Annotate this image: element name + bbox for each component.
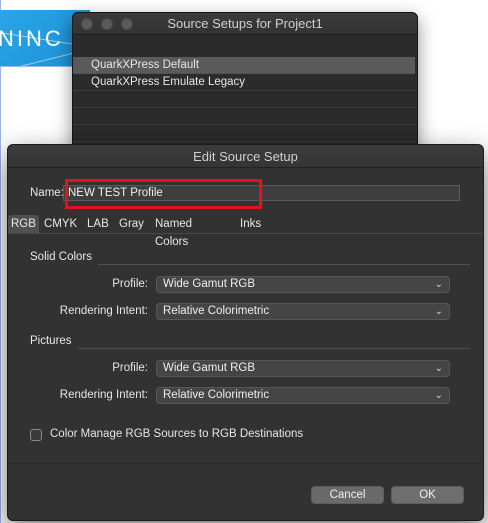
solid-colors-heading: Solid Colors: [30, 251, 92, 263]
tab-divider: [8, 233, 483, 234]
banner-text: NINC: [0, 26, 64, 51]
tab-lab[interactable]: LAB: [84, 215, 112, 233]
edit-source-setup-dialog: Edit Source Setup Name: RGB CMYK LAB Gra…: [7, 144, 484, 521]
rendering-intent-label: Rendering Intent:: [59, 305, 148, 317]
select-value: Relative Colorimetric: [163, 305, 270, 317]
list-item-empty: [73, 125, 415, 142]
document-guide-vertical: [0, 0, 1, 523]
select-value: Wide Gamut RGB: [163, 362, 256, 374]
pictures-profile-select[interactable]: Wide Gamut RGB ⌄: [156, 360, 450, 377]
cancel-button[interactable]: Cancel: [311, 486, 384, 504]
color-manage-label[interactable]: Color Manage RGB Sources to RGB Destinat…: [50, 428, 303, 440]
source-setups-title: Source Setups for Project1: [167, 16, 323, 31]
color-manage-checkbox[interactable]: [30, 429, 42, 441]
chevron-down-icon: ⌄: [434, 279, 443, 290]
source-setups-titlebar[interactable]: Source Setups for Project1: [73, 13, 417, 35]
solid-profile-select[interactable]: Wide Gamut RGB ⌄: [156, 276, 450, 293]
section-divider: [78, 348, 470, 349]
section-divider: [98, 264, 470, 265]
rendering-intent-label: Rendering Intent:: [59, 389, 148, 401]
chevron-down-icon: ⌄: [434, 306, 443, 317]
list-item[interactable]: QuarkXPress Default: [73, 57, 415, 74]
select-value: Wide Gamut RGB: [163, 278, 256, 290]
solid-rendering-intent-select[interactable]: Relative Colorimetric ⌄: [156, 303, 450, 320]
annotation-highlight-box: [65, 179, 262, 209]
select-value: Relative Colorimetric: [163, 389, 270, 401]
pictures-rendering-intent-select[interactable]: Relative Colorimetric ⌄: [156, 387, 450, 404]
list-item-empty: [73, 91, 415, 108]
ok-button[interactable]: OK: [391, 486, 464, 504]
tab-gray[interactable]: Gray: [116, 215, 147, 233]
source-setups-list: QuarkXPress Default QuarkXPress Emulate …: [73, 57, 415, 142]
source-setups-window: Source Setups for Project1 QuarkXPress D…: [72, 12, 418, 154]
name-label: Name:: [30, 187, 64, 199]
chevron-down-icon: ⌄: [434, 390, 443, 401]
tab-cmyk[interactable]: CMYK: [41, 215, 80, 233]
list-item-empty: [73, 108, 415, 125]
profile-label: Profile:: [112, 362, 148, 374]
profile-label: Profile:: [112, 278, 148, 290]
list-item[interactable]: QuarkXPress Emulate Legacy: [73, 74, 415, 91]
tab-rgb[interactable]: RGB: [8, 215, 39, 233]
chevron-down-icon: ⌄: [434, 363, 443, 374]
dialog-title: Edit Source Setup: [193, 149, 298, 164]
footer-divider: [8, 463, 483, 464]
document-guide-horizontal: [0, 66, 74, 67]
tab-named-colors[interactable]: Named Colors: [152, 215, 195, 248]
edit-source-setup-titlebar[interactable]: Edit Source Setup: [8, 145, 483, 168]
tab-inks[interactable]: Inks: [237, 215, 264, 233]
pictures-heading: Pictures: [30, 335, 72, 347]
